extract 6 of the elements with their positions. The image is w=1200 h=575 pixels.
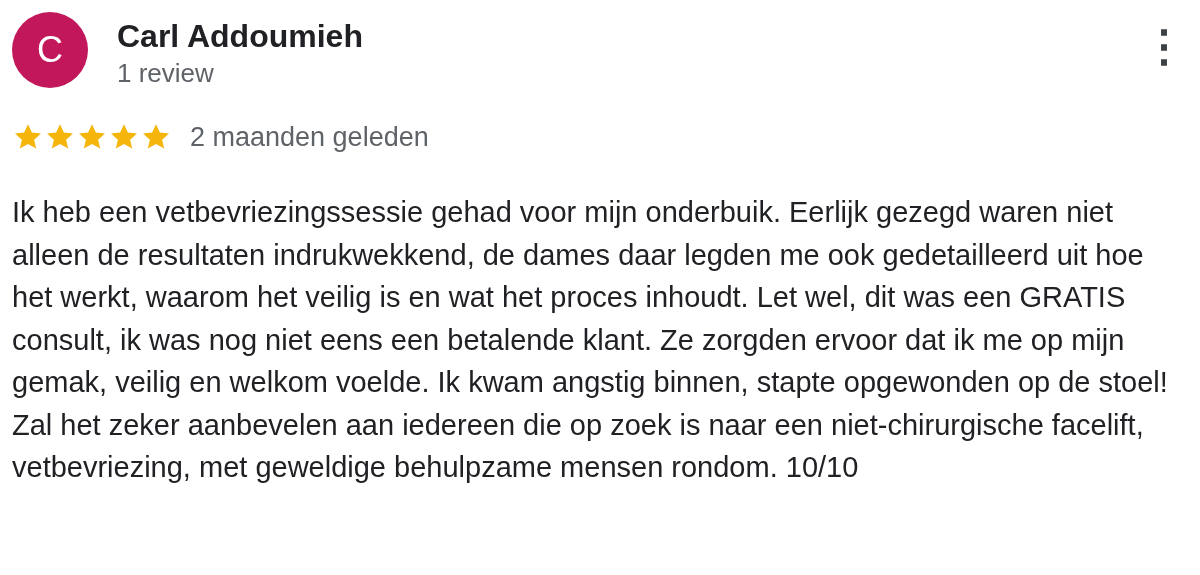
more-options-button[interactable]: ⋮ [1142,26,1186,66]
review-text: Ik heb een vetbevriezingssessie gehad voor mijn onderbuik. Eerlijk gezegd waren niet alleen de resultaten indrukwekkend, de dames daar legden me ook gedetailleerd uit hoe het werkt, waarom het veilig is en wat het proces inhoudt. Let wel, dit was een GRATIS consult, ik was nog niet eens een betalende klant. Ze zorgden ervoor dat ik me op mijn gemak, veilig en welkom voelde. Ik kwam angstig binnen, stapte opgewonden op de stoel! Zal het zeker aanbevelen aan iedereen die op zoek is naar een niet-chirurgische facelift, vetbevriezing, met geweldige behulpzame mensen rondom. 10/10 [12,195,1169,485]
avatar[interactable]: C [12,12,88,88]
review-date: 2 maanden geleden [190,121,429,153]
review-count: 1 review [117,58,215,89]
author-name[interactable]: Carl Addoumieh [117,18,1142,54]
